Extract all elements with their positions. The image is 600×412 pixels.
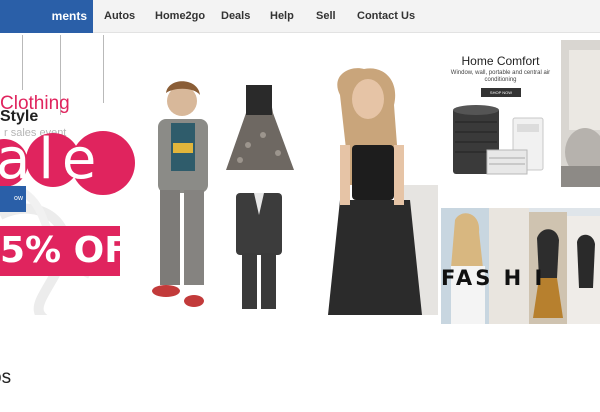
nav-link-help[interactable]: Help <box>270 0 294 33</box>
kids-fashion-photo <box>152 68 438 315</box>
top-nav: ments Autos Home2go Deals Help Sell Cont… <box>0 0 600 33</box>
hero-subtitle: Style <box>0 108 39 125</box>
sale-word: ale <box>0 127 105 192</box>
fashion-word: FAS H I <box>441 266 546 290</box>
hanging-string <box>103 35 104 103</box>
nav-category-button[interactable]: ments <box>0 0 93 33</box>
nav-link-contact-us[interactable]: Contact Us <box>357 0 415 33</box>
fashion-ad[interactable]: FAS H I <box>441 208 600 324</box>
section-title: os <box>0 367 12 388</box>
shop-now-button[interactable]: SHOP NOW <box>481 88 521 97</box>
nav-link-deals[interactable]: Deals <box>221 0 250 33</box>
nav-link-home2go[interactable]: Home2go <box>155 0 205 33</box>
nav-link-autos[interactable]: Autos <box>104 0 135 33</box>
hanging-string <box>22 35 23 90</box>
page: ments Autos Home2go Deals Help Sell Cont… <box>0 0 600 412</box>
shop-now-button[interactable]: ow <box>0 186 26 212</box>
air-conditioner-illustration <box>453 105 544 175</box>
nav-link-sell[interactable]: Sell <box>316 0 336 33</box>
hero-banner[interactable]: Clothing Style r sales event ale ow 5% O… <box>0 35 438 315</box>
discount-banner: 5% OFF <box>0 226 120 276</box>
ad-description: Window, wall, portable and central air c… <box>450 70 551 83</box>
ad-title: Home Comfort <box>461 54 540 68</box>
side-product-photo[interactable] <box>561 40 600 187</box>
home-comfort-ad[interactable]: Home Comfort Window, wall, portable and … <box>443 40 558 187</box>
